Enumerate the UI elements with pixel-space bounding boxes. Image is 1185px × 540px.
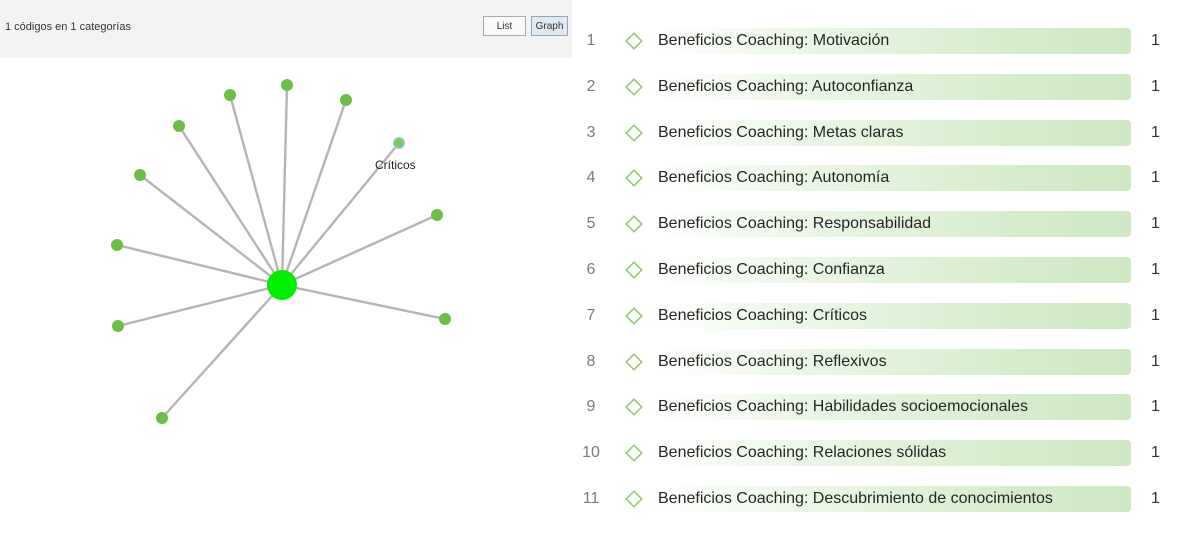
diamond-icon [625,444,643,463]
list-view-button[interactable]: List [483,16,526,36]
code-count: 1 [1151,261,1160,278]
graph-node-autoconfianza[interactable] [224,89,236,101]
graph-edge [281,213,438,287]
graph-edge [281,283,446,321]
graph-node-criticos[interactable] [392,136,406,150]
code-row[interactable]: 10 Beneficios Coaching: Relaciones sólida… [576,438,1176,468]
code-count: 1 [1151,444,1160,462]
code-row[interactable]: 1 Beneficios Coaching: Motivación 1 [576,26,1176,56]
code-label: Beneficios Coaching: Responsabilidad [658,215,932,233]
code-row[interactable]: 8 Beneficios Coaching: Reflexivos 1 [576,347,1176,377]
graph-edges [116,84,446,419]
diamond-icon [625,123,643,142]
codes-summary: 1 códigos en 1 categorías [5,21,131,33]
graph-node-confianza[interactable] [431,209,443,221]
code-network-graph[interactable] [0,58,572,540]
graph-edge [161,284,283,419]
code-label: Beneficios Coaching: Metas claras [658,123,904,141]
row-index: 3 [586,123,596,141]
code-label: Beneficios Coaching: Descubrimiento de c… [658,490,1053,507]
row-index: 6 [586,261,596,278]
code-label: Beneficios Coaching: Autoconfianza [658,77,914,95]
row-index: 9 [586,398,596,416]
graph-node-autonomia[interactable] [173,120,185,132]
code-count: 1 [1151,169,1160,187]
graph-edge [177,125,284,286]
codes-list: 1 Beneficios Coaching: Motivación 1 2 Benefi… [576,26,1176,518]
diamond-icon [625,169,643,188]
graph-toolbar: 1 códigos en 1 categorías List Graph [0,0,572,58]
row-index: 4 [586,169,596,187]
graph-node-descubrimiento[interactable] [156,412,168,424]
graph-node-metas-claras[interactable] [340,94,352,106]
code-count: 1 [1151,398,1160,416]
code-label: Beneficios Coaching: Autonomía [658,169,890,187]
diamond-icon [625,215,643,234]
code-count: 1 [1151,490,1160,507]
code-row[interactable]: 6 Beneficios Coaching: Confianza 1 [576,255,1176,285]
graph-node-relaciones[interactable] [112,320,124,332]
diamond-icon [625,490,643,508]
code-label: Beneficios Coaching: Motivación [658,32,890,49]
graph-hub-node[interactable] [267,270,297,300]
row-index: 11 [582,490,600,507]
code-count: 1 [1151,123,1160,141]
code-row[interactable]: 9 Beneficios Coaching: Habilidades socioe… [576,392,1176,422]
graph-edge [280,99,348,286]
graph-node-motivacion[interactable] [281,79,293,91]
code-count: 1 [1151,352,1160,370]
row-index: 7 [586,306,596,324]
diamond-icon [625,261,643,279]
code-label: Beneficios Coaching: Reflexivos [658,352,887,370]
graph-node-habilidades[interactable] [439,313,451,325]
code-row[interactable]: 4 Beneficios Coaching: Autonomía 1 [576,163,1176,193]
row-index: 8 [586,352,596,370]
code-row[interactable]: 11 Beneficios Coaching: Descubrimiento de… [576,484,1176,514]
graph-view-button[interactable]: Graph [531,16,568,36]
row-index: 1 [586,32,596,49]
code-label: Beneficios Coaching: Habilidades socioem… [658,398,1028,416]
code-label: Beneficios Coaching: Confianza [658,261,885,278]
diamond-icon [625,352,643,371]
graph-nodes [111,79,451,424]
graph-node-reflexivos[interactable] [111,239,123,251]
row-index: 2 [586,77,596,95]
code-count: 1 [1151,306,1160,324]
code-label: Beneficios Coaching: Relaciones sólidas [658,444,947,462]
code-count: 1 [1151,215,1160,233]
code-label: Beneficios Coaching: Críticos [658,306,867,324]
diamond-icon [625,398,643,417]
code-count: 1 [1151,32,1160,49]
diamond-icon [625,306,643,325]
diamond-icon [625,77,643,96]
code-row[interactable]: 7 Beneficios Coaching: Críticos 1 [576,301,1176,331]
code-count: 1 [1151,77,1160,95]
code-row[interactable]: 2 Beneficios Coaching: Autoconfianza 1 [576,72,1176,102]
code-row[interactable]: 3 Beneficios Coaching: Metas claras 1 [576,118,1176,148]
graph-panel: 1 códigos en 1 categorías List Graph Crí… [0,0,572,540]
row-index: 5 [586,215,596,233]
graph-edge [280,84,289,286]
graph-edge [228,94,284,286]
row-index: 10 [582,444,600,462]
graph-edge [117,283,283,328]
code-row[interactable]: 5 Beneficios Coaching: Responsabilidad 1 [576,209,1176,239]
diamond-icon [625,32,643,50]
graph-node-label-criticos: Críticos [375,158,416,172]
graph-node-responsabilidad[interactable] [134,169,146,181]
